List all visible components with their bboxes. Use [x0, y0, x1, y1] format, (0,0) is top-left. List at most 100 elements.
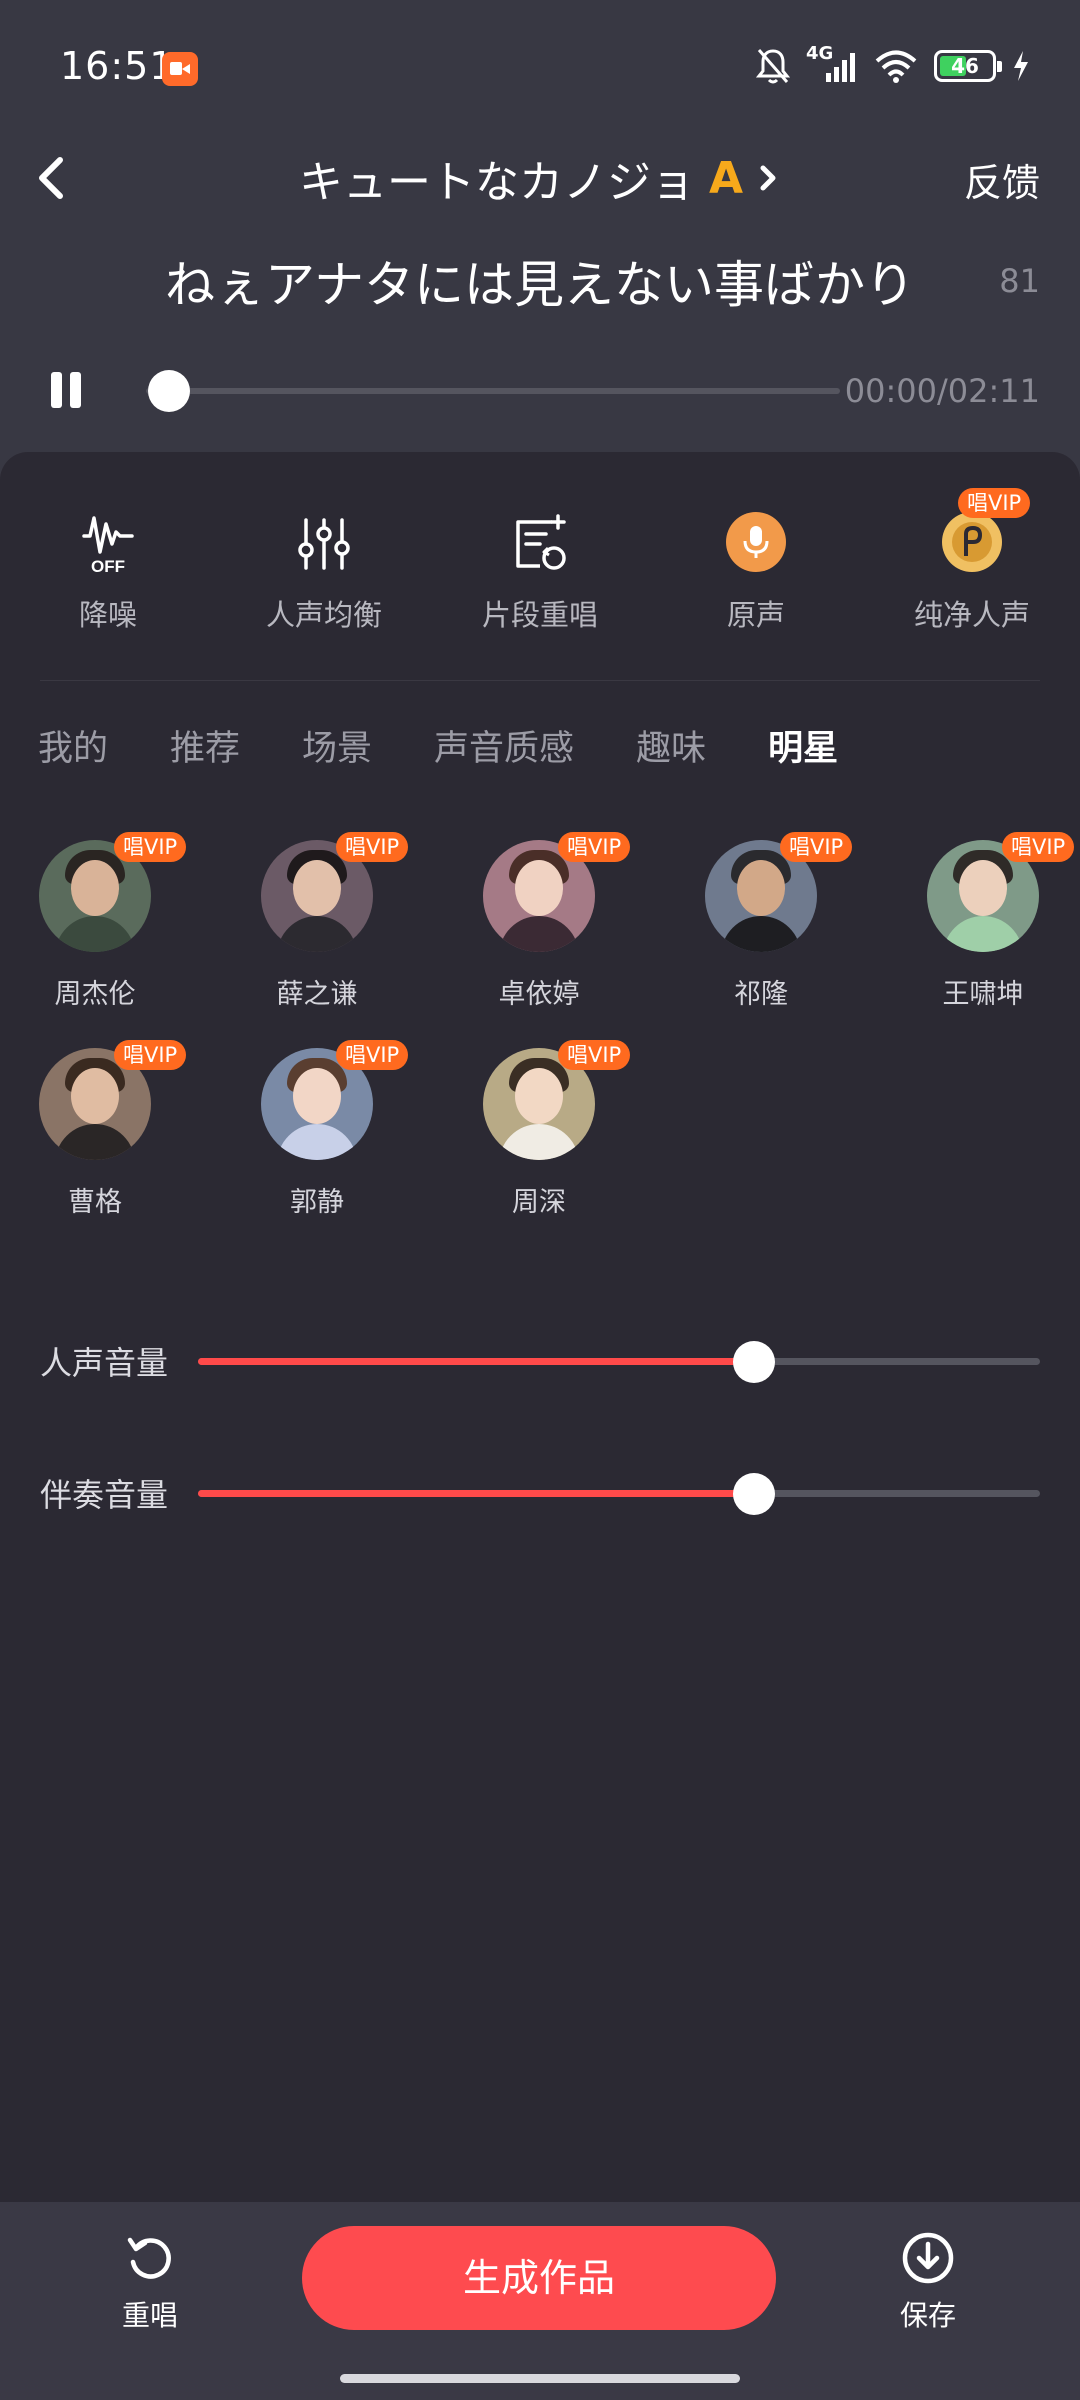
star-item[interactable]: 唱VIP 祁隆: [686, 832, 853, 1011]
resing-label: 重唱: [121, 2299, 178, 2332]
tab-texture[interactable]: 声音质感: [434, 720, 574, 780]
segment-resing-icon: [516, 514, 566, 570]
vip-badge: 唱VIP: [558, 832, 631, 862]
home-indicator[interactable]: [340, 2374, 740, 2383]
star-item[interactable]: 唱VIP 王啸坤: [908, 832, 1075, 1011]
tool-pure-voice[interactable]: 唱VIP 纯净人声: [862, 488, 1080, 634]
tool-segment-resing[interactable]: 片段重唱: [430, 512, 650, 634]
star-name: 王啸坤: [942, 979, 1024, 1010]
accompaniment-volume-slider[interactable]: 伴奏音量: [40, 1468, 1040, 1518]
signal-icon: 4G: [806, 43, 858, 85]
star-item[interactable]: 唱VIP 薛之谦: [242, 832, 409, 1011]
vip-badge: 唱VIP: [114, 1040, 187, 1070]
status-icons: 4G 46: [756, 43, 1030, 86]
download-save-icon: [902, 2232, 954, 2284]
avatar: 唱VIP: [39, 832, 187, 952]
battery-level: 46: [951, 54, 979, 78]
star-name: 祁隆: [734, 979, 788, 1010]
star-item[interactable]: 唱VIP 卓依婷: [464, 832, 631, 1011]
pause-button[interactable]: [48, 372, 84, 412]
slider-knob[interactable]: [732, 1341, 775, 1383]
vip-badge: 唱VIP: [780, 832, 853, 862]
equalizer-sliders-icon: [298, 518, 350, 570]
save-button[interactable]: 保存: [868, 2230, 988, 2334]
playback-time: 00:00/02:11: [844, 372, 1040, 410]
tool-original-voice[interactable]: 原声: [646, 512, 866, 634]
tool-row: OFF 降噪 人声均衡 片段重唱 原声 唱VIP 纯净人声: [0, 488, 1080, 642]
vip-badge: 唱VIP: [1002, 832, 1075, 862]
avatar: 唱VIP: [39, 1040, 187, 1160]
resing-button[interactable]: 重唱: [90, 2230, 210, 2334]
vip-badge: 唱VIP: [958, 488, 1031, 518]
star-name: 周深: [512, 1187, 566, 1218]
progress-track[interactable]: [146, 388, 840, 394]
charging-icon: [1014, 51, 1028, 81]
vip-badge: 唱VIP: [114, 832, 187, 862]
vip-badge: 唱VIP: [336, 1040, 409, 1070]
tab-recommended[interactable]: 推荐: [170, 720, 240, 780]
lyric-count: 81: [999, 262, 1040, 300]
effects-panel: OFF 降噪 人声均衡 片段重唱 原声 唱VIP 纯净人声 我的 推荐 场景 声…: [0, 452, 1080, 2202]
slider-fill: [198, 1490, 754, 1497]
slider-label: 人声音量: [40, 1344, 169, 1382]
tool-label: 纯净人声: [913, 598, 1030, 632]
tool-vocal-balance[interactable]: 人声均衡: [214, 512, 434, 634]
tab-mine[interactable]: 我的: [38, 720, 108, 780]
vip-badge: 唱VIP: [336, 832, 409, 862]
slider-track[interactable]: [198, 1473, 1040, 1515]
slider-track[interactable]: [198, 1341, 1040, 1383]
tab-scene[interactable]: 场景: [302, 720, 372, 780]
microphone-icon: [726, 512, 786, 572]
status-time: 16:51: [60, 44, 175, 88]
vocal-volume-slider[interactable]: 人声音量: [40, 1336, 1040, 1386]
score-level: A: [708, 152, 744, 204]
resing-icon: [127, 2237, 171, 2279]
star-name: 卓依婷: [498, 979, 580, 1010]
tab-stars[interactable]: 明星: [768, 720, 838, 780]
star-name: 曹格: [68, 1187, 122, 1218]
tool-label: 原声: [726, 598, 785, 632]
wifi-icon: [875, 50, 917, 83]
divider: [40, 680, 1040, 681]
pure-voice-icon: [942, 512, 1002, 572]
tab-fun[interactable]: 趣味: [636, 720, 706, 780]
star-item[interactable]: 唱VIP 曹格: [20, 1040, 187, 1219]
screen-record-icon: [162, 52, 198, 86]
tool-label: 人声均衡: [265, 598, 382, 632]
battery-icon: 46: [934, 50, 1002, 82]
star-name: 周杰伦: [54, 979, 136, 1010]
slider-label: 伴奏音量: [40, 1476, 169, 1514]
avatar: 唱VIP: [261, 1040, 409, 1160]
progress-knob[interactable]: [148, 370, 190, 412]
noise-reduction-off-icon: OFF: [82, 516, 134, 576]
slider-fill: [198, 1358, 754, 1365]
screen: 16:51 4G 46 キュートなカノジョ A 反馈 ねぇアナタには見えない事ば…: [0, 0, 1080, 2400]
tool-noise-reduction[interactable]: OFF 降噪: [0, 512, 218, 634]
star-item[interactable]: 唱VIP 郭静: [242, 1040, 409, 1219]
bell-muted-icon: [756, 49, 790, 84]
current-lyric: ねぇアナタには見えない事ばかり: [165, 256, 915, 314]
feedback-button[interactable]: 反馈: [964, 152, 1040, 207]
star-item[interactable]: 唱VIP 周深: [464, 1040, 631, 1219]
avatar: 唱VIP: [483, 1040, 631, 1160]
tool-label: 降噪: [78, 598, 137, 632]
song-title-area[interactable]: キュートなカノジョ A: [0, 148, 1080, 208]
star-item[interactable]: 唱VIP 周杰伦: [20, 832, 187, 1011]
song-title: キュートなカノジョ: [298, 157, 695, 208]
svg-text:OFF: OFF: [91, 557, 125, 576]
avatar: 唱VIP: [927, 832, 1075, 952]
bottom-bar: 重唱 生成作品 保存: [0, 2202, 1080, 2400]
tab-bar: 我的 推荐 场景 声音质感 趣味 明星: [38, 720, 900, 780]
star-name: 薛之谦: [276, 979, 358, 1010]
star-name: 郭静: [290, 1187, 344, 1218]
generate-work-button[interactable]: 生成作品: [302, 2226, 776, 2330]
tool-label: 片段重唱: [481, 598, 598, 632]
avatar: 唱VIP: [261, 832, 409, 952]
vip-badge: 唱VIP: [558, 1040, 631, 1070]
avatar: 唱VIP: [705, 832, 853, 952]
save-label: 保存: [899, 2299, 956, 2332]
status-bar: 16:51 4G 46: [0, 0, 1080, 130]
chevron-right-icon: [760, 165, 776, 191]
slider-knob[interactable]: [732, 1473, 775, 1515]
avatar: 唱VIP: [483, 832, 631, 952]
